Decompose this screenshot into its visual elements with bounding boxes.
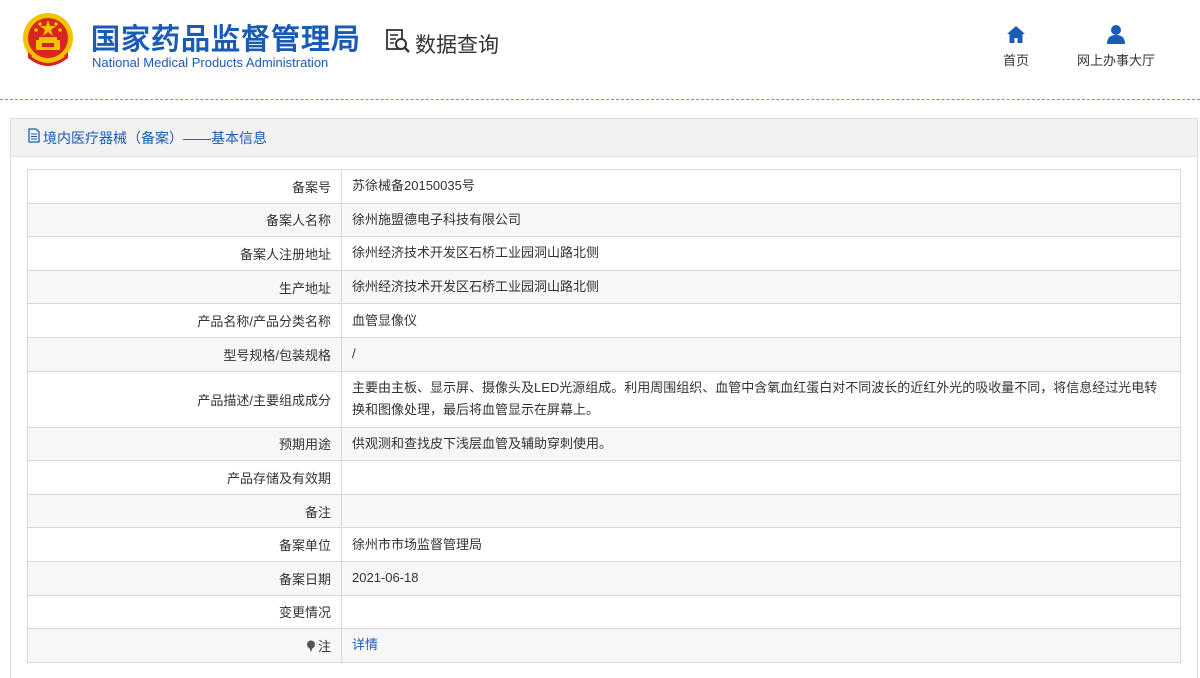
table-row: 备案单位 徐州市市场监督管理局: [27, 527, 1181, 562]
row-value: 徐州施盟德电子科技有限公司: [341, 202, 1181, 238]
row-label: 备案人注册地址: [27, 236, 342, 271]
national-emblem-icon: [22, 12, 74, 68]
row-label: 型号规格/包装规格: [27, 336, 342, 372]
table-row: 备注: [27, 493, 1181, 529]
row-label: 变更情况: [27, 594, 342, 630]
row-value: 血管显像仪: [341, 303, 1181, 338]
table-row: 变更情况: [27, 594, 1181, 630]
row-value: [341, 460, 1181, 495]
row-value: 供观测和查找皮下浅层血管及辅助穿刺使用。: [341, 426, 1181, 462]
panel-title-text: 境内医疗器械（备案）——基本信息: [43, 129, 267, 146]
row-value: 主要由主板、显示屏、摄像头及LED光源组成。利用周围组织、血管中含氧血红蛋白对不…: [341, 370, 1181, 428]
row-value: 苏徐械备20150035号: [341, 169, 1181, 204]
table-row: 产品描述/主要组成成分 主要由主板、显示屏、摄像头及LED光源组成。利用周围组织…: [27, 370, 1181, 428]
table-row: 备案人注册地址 徐州经济技术开发区石桥工业园洞山路北侧: [27, 236, 1181, 271]
panel-title: 境内医疗器械（备案）——基本信息: [11, 119, 1197, 157]
pin-icon: [306, 640, 316, 655]
row-value: 详情: [341, 628, 1181, 663]
home-icon: [1006, 20, 1026, 44]
site-header: 国家药品监督管理局 National Medical Products Admi…: [0, 0, 1200, 100]
org-name-cn: 国家药品监督管理局: [91, 24, 362, 56]
user-icon: [1106, 20, 1126, 44]
row-value: 2021-06-18: [341, 560, 1181, 596]
data-query-label: 数据查询: [415, 34, 499, 57]
table-row: 产品存储及有效期: [27, 460, 1181, 495]
info-table: 备案号 苏徐械备20150035号 备案人名称 徐州施盟德电子科技有限公司 备案…: [27, 169, 1181, 663]
document-search-icon: [385, 28, 415, 60]
row-label: 备注: [27, 493, 342, 529]
row-value: 徐州经济技术开发区石桥工业园洞山路北侧: [341, 269, 1181, 305]
table-row: 生产地址 徐州经济技术开发区石桥工业园洞山路北侧: [27, 269, 1181, 305]
row-label: 产品名称/产品分类名称: [27, 303, 342, 338]
row-label: 备案单位: [27, 527, 342, 562]
data-query-link[interactable]: 数据查询: [385, 28, 499, 60]
row-label: 产品描述/主要组成成分: [27, 370, 342, 428]
org-name-en: National Medical Products Administration: [92, 55, 329, 70]
row-label: 产品存储及有效期: [27, 460, 342, 495]
row-value: 徐州经济技术开发区石桥工业园洞山路北侧: [341, 236, 1181, 271]
document-icon: [27, 119, 43, 157]
nav-home-label: 首页: [1002, 53, 1029, 68]
basic-info-panel: 境内医疗器械（备案）——基本信息 备案号 苏徐械备20150035号 备案人名称…: [10, 118, 1198, 678]
row-value: /: [341, 336, 1181, 372]
table-row: 备案号 苏徐械备20150035号: [27, 169, 1181, 204]
table-row: 备案日期 2021-06-18: [27, 560, 1181, 596]
table-row: 产品名称/产品分类名称 血管显像仪: [27, 303, 1181, 338]
table-row: 型号规格/包装规格 /: [27, 336, 1181, 372]
row-value: 徐州市市场监督管理局: [341, 527, 1181, 562]
row-label-note: 注: [27, 628, 342, 663]
row-label: 备案号: [27, 169, 342, 204]
row-value: [341, 594, 1181, 630]
row-value: [341, 493, 1181, 529]
nav-service-hall-label: 网上办事大厅: [1076, 53, 1155, 68]
header-divider: [0, 99, 1200, 100]
row-label: 备案人名称: [27, 202, 342, 238]
nav-home[interactable]: 首页: [996, 20, 1036, 69]
table-row: 预期用途 供观测和查找皮下浅层血管及辅助穿刺使用。: [27, 426, 1181, 462]
note-label: 注: [317, 638, 331, 654]
nav-service-hall[interactable]: 网上办事大厅: [1070, 20, 1162, 69]
row-label: 备案日期: [27, 560, 342, 596]
row-label: 预期用途: [27, 426, 342, 462]
table-row: 注 详情: [27, 628, 1181, 663]
row-label: 生产地址: [27, 269, 342, 305]
table-row: 备案人名称 徐州施盟德电子科技有限公司: [27, 202, 1181, 238]
details-link[interactable]: 详情: [352, 637, 378, 652]
